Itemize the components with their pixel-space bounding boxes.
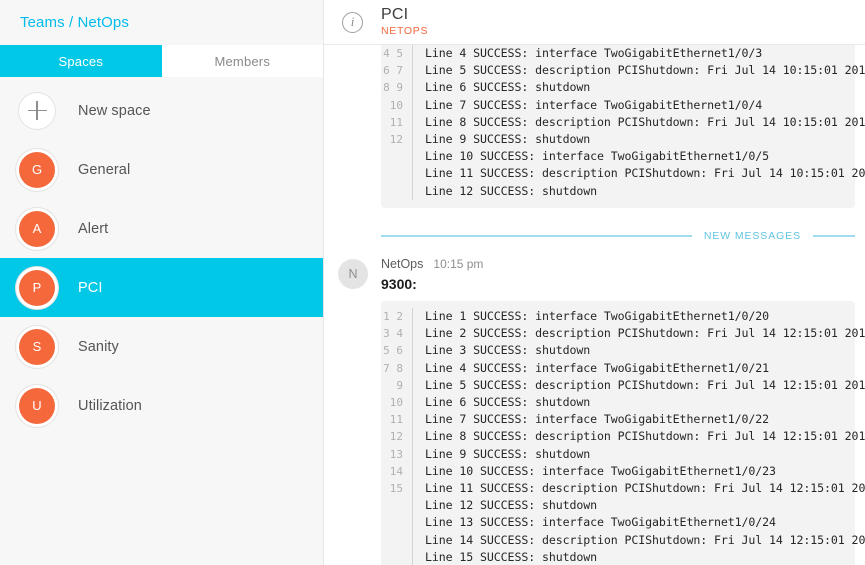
avatar: G: [19, 152, 55, 188]
message-body: NetOps 10:15 pm 9300: 1 2 3 4 5 6 7 8 9 …: [381, 257, 865, 565]
tab-spaces-label: Spaces: [58, 54, 103, 69]
sidebar-item-pci[interactable]: P PCI: [0, 258, 323, 317]
message-stream[interactable]: 4 5 6 7 8 9 10 11 12 Line 4 SUCCESS: int…: [324, 45, 865, 565]
space-list: New space G General A Alert P PCI S Sani…: [0, 77, 323, 565]
new-messages-label: NEW MESSAGES: [704, 230, 801, 242]
tab-spaces[interactable]: Spaces: [0, 45, 162, 77]
breadcrumb[interactable]: Teams / NetOps: [0, 0, 323, 45]
plus-icon: [19, 93, 55, 129]
page-subtitle: NETOPS: [381, 26, 428, 37]
new-space-button[interactable]: New space: [0, 81, 323, 140]
sidebar-item-utilization[interactable]: U Utilization: [0, 376, 323, 435]
sidebar-item-label: Sanity: [78, 339, 119, 355]
sidebar-item-label: PCI: [78, 280, 102, 296]
breadcrumb-label[interactable]: Teams / NetOps: [20, 14, 129, 31]
avatar: S: [19, 329, 55, 365]
avatar: P: [19, 270, 55, 306]
message-timestamp: 10:15 pm: [433, 257, 483, 271]
code-block-current: 1 2 3 4 5 6 7 8 9 10 11 12 13 14 15 Line…: [381, 301, 855, 565]
sidebar-item-alert[interactable]: A Alert: [0, 199, 323, 258]
sidebar-item-general[interactable]: G General: [0, 140, 323, 199]
message-text: 9300:: [381, 275, 865, 293]
sidebar-item-label: Alert: [78, 221, 108, 237]
divider-line-left: [381, 235, 692, 237]
avatar: N: [338, 259, 368, 289]
avatar: U: [19, 388, 55, 424]
sidebar-item-sanity[interactable]: S Sanity: [0, 317, 323, 376]
tab-members-label: Members: [214, 54, 270, 69]
new-messages-divider: NEW MESSAGES: [381, 230, 855, 242]
code-line-numbers: 4 5 6 7 8 9 10 11 12: [381, 45, 413, 200]
sidebar: Teams / NetOps Spaces Members New space …: [0, 0, 324, 565]
avatar: A: [19, 211, 55, 247]
info-icon[interactable]: i: [342, 12, 363, 33]
page-title: PCI: [381, 7, 428, 24]
message-author: NetOps: [381, 257, 423, 272]
code-content: Line 1 SUCCESS: interface TwoGigabitEthe…: [413, 308, 865, 565]
app-window: Teams / NetOps Spaces Members New space …: [0, 0, 865, 565]
sidebar-item-label: General: [78, 162, 130, 178]
code-block-previous: 4 5 6 7 8 9 10 11 12 Line 4 SUCCESS: int…: [381, 45, 855, 208]
message-meta: NetOps 10:15 pm: [381, 257, 865, 272]
new-space-label: New space: [78, 103, 151, 119]
code-content: Line 4 SUCCESS: interface TwoGigabitEthe…: [413, 45, 865, 200]
sidebar-item-label: Utilization: [78, 398, 142, 414]
main-panel: i PCI NETOPS 4 5 6 7 8 9 10 11 12 Line 4…: [324, 0, 865, 565]
code-line-numbers: 1 2 3 4 5 6 7 8 9 10 11 12 13 14 15: [381, 308, 413, 565]
tab-members[interactable]: Members: [162, 45, 324, 77]
message-item: N NetOps 10:15 pm 9300: 1 2 3 4 5 6 7 8 …: [324, 257, 865, 565]
sidebar-tabbar: Spaces Members: [0, 45, 323, 77]
header-titles: PCI NETOPS: [381, 7, 428, 37]
space-header: i PCI NETOPS: [324, 0, 865, 45]
divider-line-right: [813, 235, 855, 237]
